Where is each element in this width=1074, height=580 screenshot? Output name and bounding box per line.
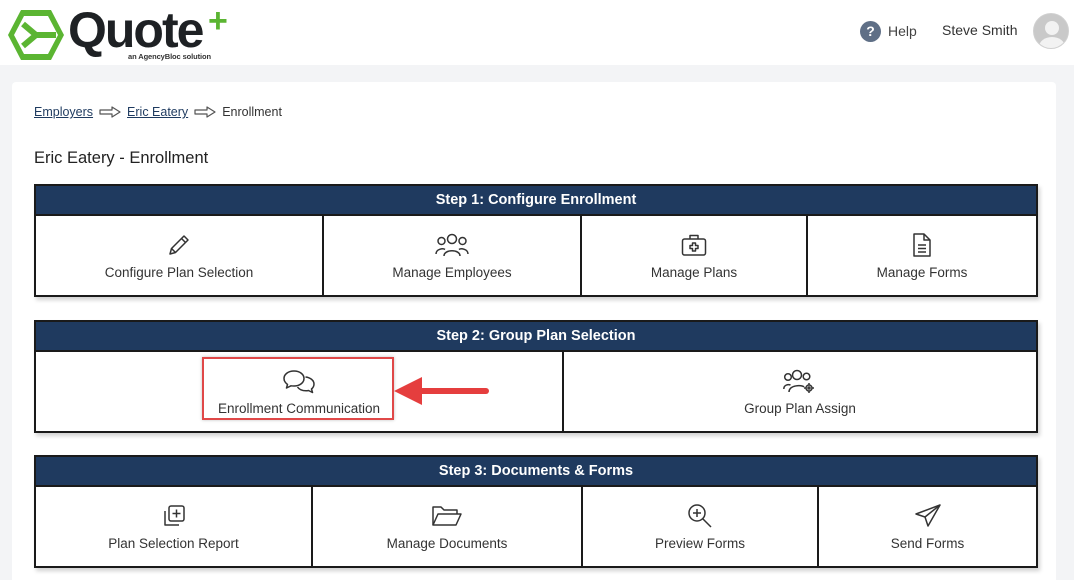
cell-label: Send Forms [890,535,965,551]
cell-label: Manage Plans [650,264,738,280]
help-link[interactable]: ? Help [860,20,917,42]
user-name[interactable]: Steve Smith [942,22,1017,38]
plan-selection-report-button[interactable]: Plan Selection Report [36,487,313,566]
manage-plans-button[interactable]: Manage Plans [582,216,808,295]
document-icon [913,232,931,257]
paper-plane-icon [914,503,941,527]
breadcrumb-employers[interactable]: Employers [34,105,93,119]
cell-label: Manage Forms [876,264,968,280]
step-2-card: Step 2: Group Plan Selection Enrollment … [34,320,1038,433]
cell-label: Manage Employees [392,264,512,280]
cell-label: Plan Selection Report [108,535,239,551]
arrow-right-icon [194,106,216,118]
cell-label: Configure Plan Selection [104,264,254,280]
chat-bubbles-icon [283,369,315,393]
group-plan-assign-button[interactable]: Group Plan Assign [564,352,1036,431]
logo-tagline: an AgencyBloc solution [128,52,211,61]
breadcrumb: Employers Eric Eatery Enrollment [34,105,282,119]
help-label: Help [888,23,917,39]
manage-employees-button[interactable]: Manage Employees [324,216,582,295]
breadcrumb-employer[interactable]: Eric Eatery [127,105,188,119]
cell-label: Manage Documents [386,535,508,551]
cell-label: Preview Forms [654,535,745,551]
step-1-card: Step 1: Configure Enrollment Configure P… [34,184,1038,297]
medical-kit-icon [681,234,707,256]
red-arrow-icon [394,377,489,405]
question-circle-icon: ? [860,20,881,42]
page-title: Eric Eatery - Enrollment [34,149,209,167]
step-1-header: Step 1: Configure Enrollment [36,186,1036,216]
logo-hexagon-icon [8,10,64,60]
step-3-card: Step 3: Documents & Forms Plan Selection… [34,455,1038,568]
manage-forms-button[interactable]: Manage Forms [808,216,1036,295]
users-gear-icon [783,369,814,393]
pencil-icon [169,234,189,255]
cell-label: Group Plan Assign [744,400,856,416]
logo-wordmark: Quote [68,2,204,58]
step-3-header: Step 3: Documents & Forms [36,457,1036,487]
zoom-in-icon [688,503,712,528]
top-header: Quote + an AgencyBloc solution ? Help St… [0,0,1074,65]
send-forms-button[interactable]: Send Forms [819,487,1036,566]
copy-plus-icon [163,504,185,526]
folder-open-icon [432,505,462,526]
preview-forms-button[interactable]: Preview Forms [583,487,819,566]
breadcrumb-current: Enrollment [222,105,282,119]
arrow-right-icon [99,106,121,118]
quote-plus-logo[interactable]: Quote + an AgencyBloc solution [6,2,246,64]
configure-plan-selection-button[interactable]: Configure Plan Selection [36,216,324,295]
logo-plus-sign: + [208,2,228,40]
user-avatar-icon[interactable] [1033,13,1069,49]
manage-documents-button[interactable]: Manage Documents [313,487,583,566]
cell-label: Enrollment Communication [217,400,381,416]
step-2-header: Step 2: Group Plan Selection [36,322,1036,352]
users-icon [435,233,469,256]
